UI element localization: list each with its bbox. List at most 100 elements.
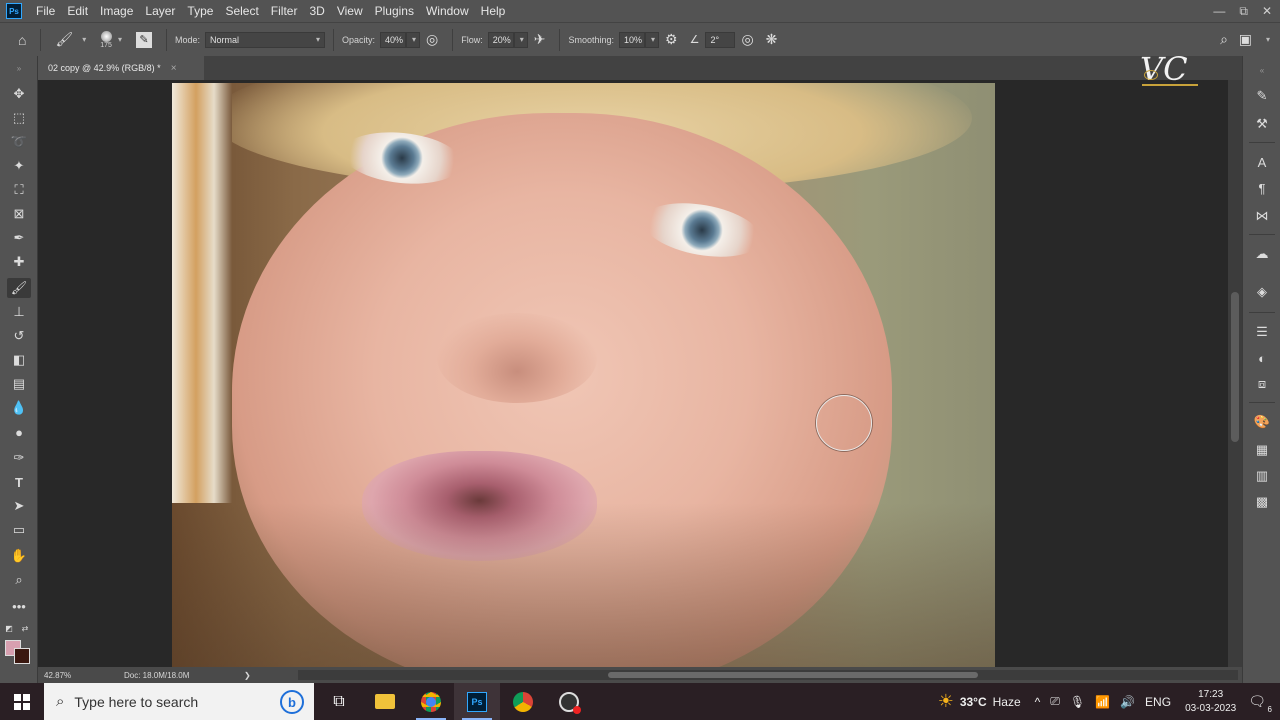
taskbar-search-box[interactable]: ⌕ Type here to search b [44,683,314,720]
scrollbar-thumb[interactable] [1231,292,1239,442]
weather-temperature[interactable]: 33°C [960,695,987,709]
menu-help[interactable]: Help [475,4,512,18]
clock[interactable]: 17:23 03-03-2023 [1185,688,1236,716]
adjustments-panel-icon[interactable]: ◐ [1251,348,1273,368]
move-tool-icon[interactable]: ✥ [7,84,31,104]
collapse-icon[interactable]: » [7,58,31,78]
airbrush-icon[interactable]: ✈ [534,31,546,48]
smoothing-dropdown[interactable]: ▾ [645,31,659,48]
menu-file[interactable]: File [30,4,61,18]
menu-window[interactable]: Window [420,4,475,18]
menu-layer[interactable]: Layer [139,4,181,18]
menu-view[interactable]: View [331,4,369,18]
pressure-size-icon[interactable]: ◎ [741,31,753,48]
vertical-scrollbar[interactable] [1228,80,1242,667]
file-explorer-button[interactable] [362,683,408,720]
notification-center-icon[interactable]: 🗨 6 [1248,693,1272,714]
brush-tool-icon[interactable]: 🖌 [7,278,31,298]
hand-tool-icon[interactable]: ✋ [7,546,31,566]
menu-plugins[interactable]: Plugins [369,4,420,18]
gradients-panel-icon[interactable]: ▥ [1251,466,1273,486]
language-indicator[interactable]: ENG [1145,695,1171,709]
eraser-tool-icon[interactable]: ◧ [7,350,31,370]
bing-icon[interactable]: b [280,690,304,714]
chevron-down-icon[interactable]: ▾ [82,35,86,44]
swatches-panel-icon[interactable]: ▦ [1251,440,1273,460]
menu-filter[interactable]: Filter [265,4,304,18]
angle-input[interactable]: 2° [705,31,736,48]
brush-settings-panel-icon[interactable]: ✎ [1251,86,1273,106]
properties-panel-icon[interactable]: ☰ [1251,322,1273,342]
close-icon[interactable]: × [171,63,177,74]
close-window-button[interactable]: ✕ [1262,4,1272,18]
brush-settings-icon[interactable]: ✎ [135,31,152,48]
opacity-input[interactable]: 40% [380,31,406,48]
type-tool-icon[interactable]: T [7,472,31,492]
weather-icon[interactable]: ☀ [938,691,954,712]
smoothing-input[interactable]: 10% [619,31,645,48]
obs-button[interactable] [546,683,592,720]
volume-icon[interactable]: 🔊 [1120,695,1135,709]
microphone-icon[interactable]: 🎙 [1070,695,1085,709]
brushes-panel-icon[interactable]: ⚒ [1251,114,1273,134]
background-color-swatch[interactable] [14,648,30,664]
wifi-icon[interactable]: 📶 [1095,695,1110,709]
scrollbar-thumb[interactable] [608,672,978,678]
chevron-up-icon[interactable]: ^ [1035,695,1041,709]
pressure-opacity-icon[interactable]: ◎ [426,31,438,48]
history-brush-tool-icon[interactable]: ↺ [7,326,31,346]
frame-tool-icon[interactable]: ⊠ [7,204,31,224]
healing-brush-tool-icon[interactable]: ✚ [7,252,31,272]
canvas-area[interactable] [38,80,1228,667]
brush-preset-icon[interactable]: 🖌 [55,31,73,48]
menu-type[interactable]: Type [181,4,219,18]
rectangle-tool-icon[interactable]: ▭ [7,520,31,540]
minimize-button[interactable]: — [1213,4,1225,18]
menu-edit[interactable]: Edit [61,4,94,18]
chevron-down-icon[interactable]: ▾ [118,35,122,44]
more-tools-icon[interactable]: ••• [7,596,31,616]
menu-select[interactable]: Select [219,4,264,18]
portrait-photo[interactable] [172,83,995,667]
dodge-tool-icon[interactable]: ● [7,422,31,442]
flow-input[interactable]: 20% [487,31,514,48]
pen-tool-icon[interactable]: ✑ [7,448,31,468]
marquee-tool-icon[interactable]: ⬚ [7,108,31,128]
start-button[interactable] [0,683,44,720]
workspace-icon[interactable]: ▣ [1239,31,1252,48]
crop-tool-icon[interactable]: ⛶ [7,180,31,200]
search-icon[interactable]: ⌕ [1220,31,1228,48]
swap-colors-icon[interactable]: ⇄ [18,618,32,638]
menu-image[interactable]: Image [94,4,139,18]
brush-size-picker[interactable]: 175 [100,30,112,49]
character-panel-icon[interactable]: A [1251,152,1273,172]
horizontal-scrollbar[interactable] [298,670,1238,680]
status-menu-arrow[interactable]: ❯ [244,671,251,680]
path-selection-tool-icon[interactable]: ➤ [7,496,31,516]
menu-3d[interactable]: 3D [303,4,330,18]
home-icon[interactable]: ⌂ [18,32,26,48]
photoshop-taskbar-button[interactable]: Ps [454,683,500,720]
restore-button[interactable]: ⧉ [1239,4,1248,19]
document-tab[interactable]: 02 copy @ 42.9% (RGB/8) * × [38,56,204,80]
lasso-tool-icon[interactable]: ➰ [7,132,31,152]
mode-select[interactable]: Normal ▾ [204,31,325,48]
default-colors-icon[interactable]: ◩ [2,618,16,638]
layers-panel-icon[interactable]: ◈ [1251,282,1273,302]
paths-panel-icon[interactable]: ⋈ [1251,206,1273,226]
blur-tool-icon[interactable]: 💧 [7,398,31,418]
eyedropper-tool-icon[interactable]: ✒ [7,228,31,248]
zoom-level[interactable]: 42.87% [44,671,114,680]
task-view-button[interactable]: ⧉ [316,683,362,720]
channels-panel-icon[interactable]: ⧈ [1251,374,1273,394]
color-panel-icon[interactable]: 🎨 [1251,412,1273,432]
chrome-profile-button[interactable] [500,683,546,720]
clone-stamp-tool-icon[interactable]: ⊥ [7,302,31,322]
collapse-icon[interactable]: « [1251,60,1273,80]
patterns-panel-icon[interactable]: ▩ [1251,492,1273,512]
paragraph-panel-icon[interactable]: ¶ [1251,178,1273,198]
libraries-panel-icon[interactable]: ☁ [1251,244,1273,264]
chrome-button[interactable] [408,683,454,720]
gear-icon[interactable]: ⚙ [665,31,678,48]
flow-dropdown[interactable]: ▾ [513,31,528,48]
